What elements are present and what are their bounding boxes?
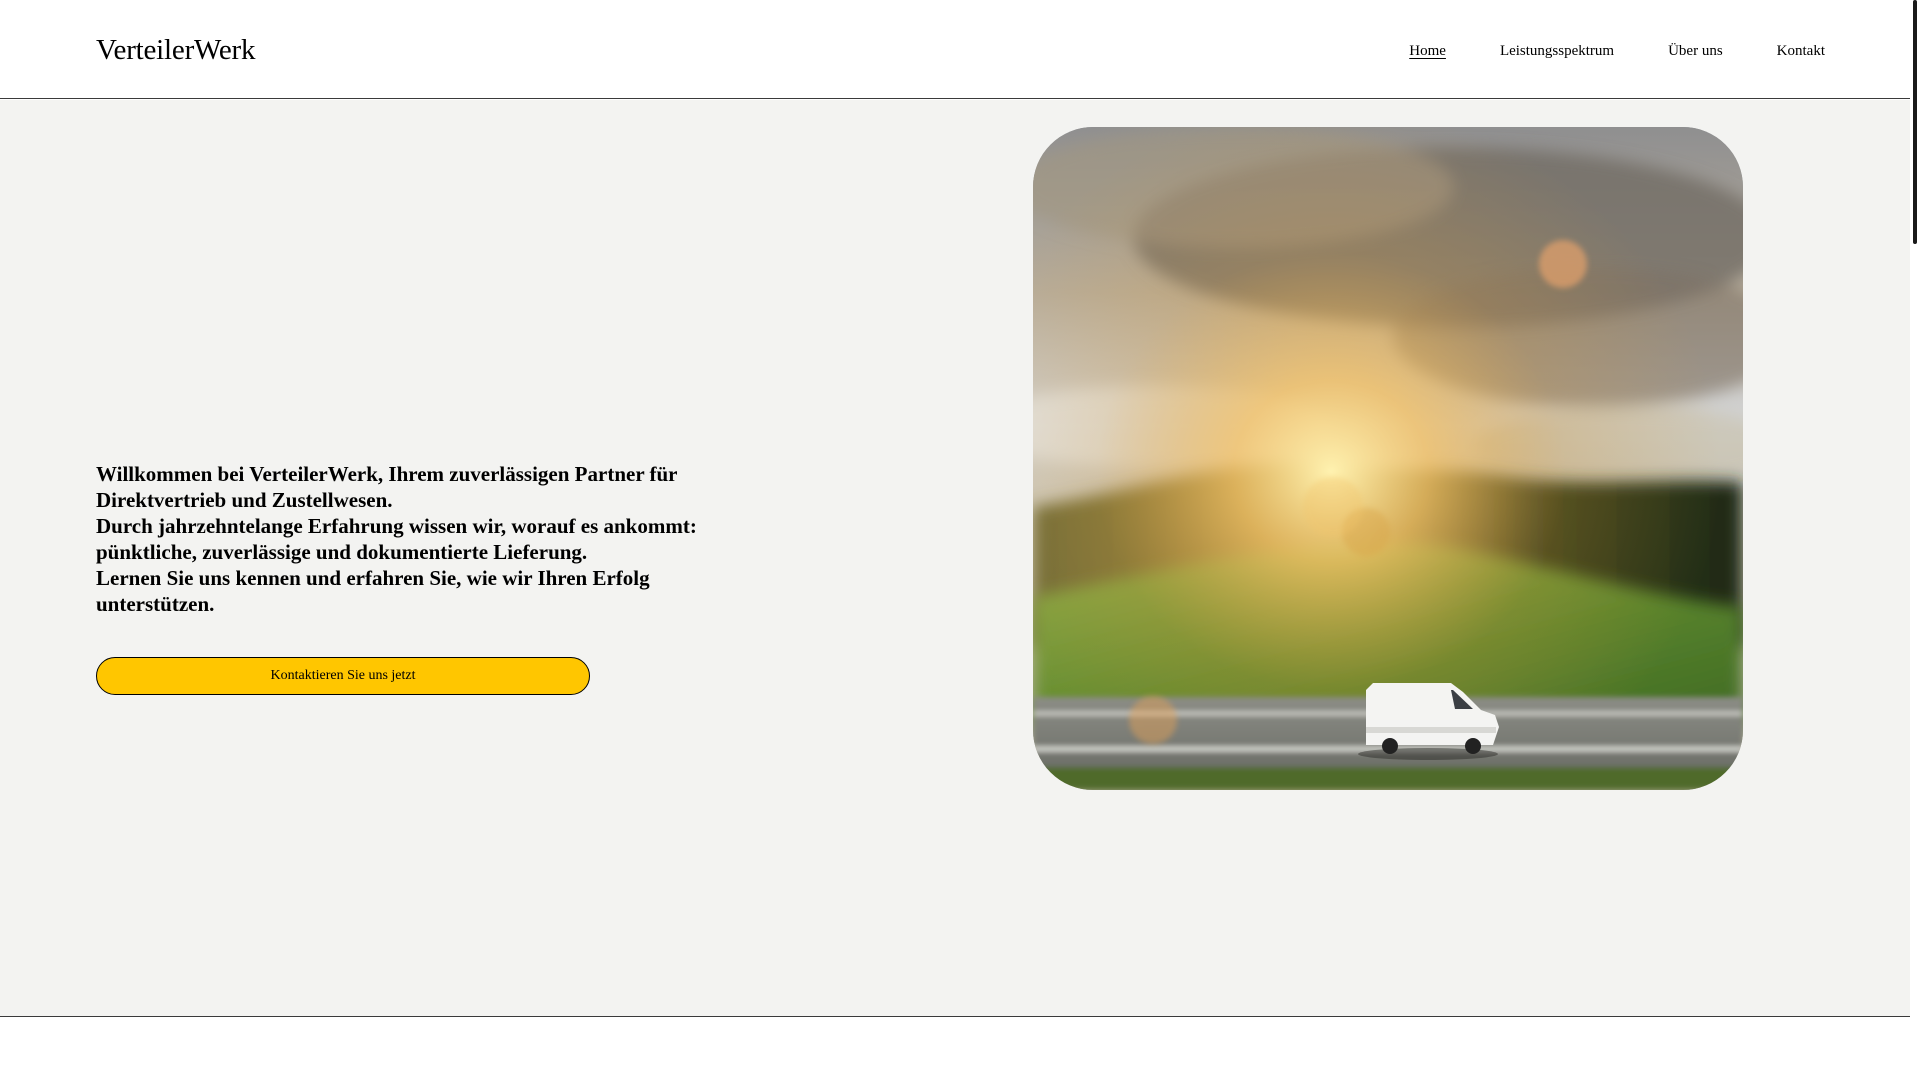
hero-invitation-line: Lernen Sie uns kennen und erfahren Sie, … (96, 566, 650, 616)
nav-link-leistungsspektrum[interactable]: Leistungsspektrum (1500, 40, 1614, 62)
hero-experience-line: Durch jahrzehntelange Erfahrung wissen w… (96, 514, 697, 564)
nav-link-kontakt[interactable]: Kontakt (1777, 40, 1825, 62)
hero-intro: Willkommen bei VerteilerWerk, Ihrem zuve… (96, 461, 756, 617)
hero-image-delivery-van (1033, 127, 1743, 790)
main-nav: Home Leistungsspektrum Über uns Kontakt (1409, 40, 1825, 62)
nav-link-ueber-uns[interactable]: Über uns (1668, 40, 1723, 62)
hero-welcome-line: Willkommen bei VerteilerWerk, Ihrem zuve… (96, 462, 678, 512)
site-logo[interactable]: VerteilerWerk (96, 32, 256, 68)
page: VerteilerWerk Home Leistungsspektrum Übe… (0, 0, 1920, 1080)
nav-link-home[interactable]: Home (1409, 40, 1446, 62)
site-header: VerteilerWerk Home Leistungsspektrum Übe… (0, 0, 1920, 99)
scrollbar-thumb[interactable] (1913, 0, 1917, 244)
contact-cta-button[interactable]: Kontaktieren Sie uns jetzt (96, 657, 590, 695)
